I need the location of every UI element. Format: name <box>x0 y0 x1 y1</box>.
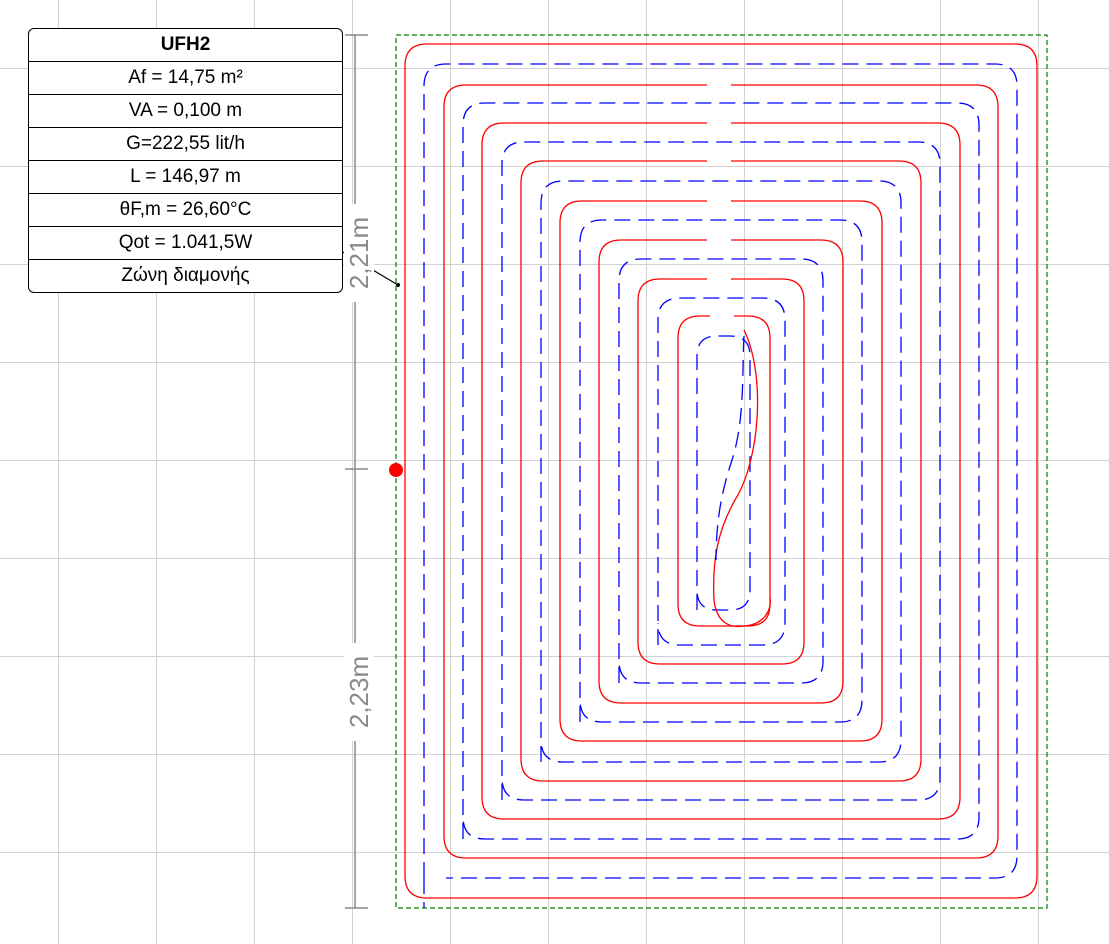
supply-pipe-loop <box>637 278 805 665</box>
return-pipe-loop <box>696 335 751 611</box>
supply-pipe-loop <box>481 122 961 820</box>
dimension-label-upper: 2,21m <box>344 204 374 302</box>
supply-pipe-loop <box>598 239 844 704</box>
circuit-temperature: θF,m = 26,60°C <box>29 194 342 227</box>
circuit-heat-output: Qot = 1.041,5W <box>29 227 342 260</box>
supply-pipe-loop <box>677 315 771 627</box>
circuit-flow: G=222,55 lit/h <box>29 128 342 161</box>
supply-pipe <box>404 43 1038 899</box>
circuit-info-table[interactable]: UFH2 Af = 14,75 m² VA = 0,100 m G=222,55… <box>28 28 343 293</box>
return-pipe-loop <box>657 297 786 646</box>
return-pipe-loop <box>579 219 863 723</box>
zone-boundary <box>395 34 1048 909</box>
circuit-area: Af = 14,75 m² <box>29 62 342 95</box>
circuit-zone: Ζώνη διαμονής <box>121 265 250 286</box>
return-pipe-loop <box>540 180 902 763</box>
supply-pipe-loop <box>404 43 1038 899</box>
circuit-spacing: VA = 0,100 m <box>29 95 342 128</box>
manifold-connection-point[interactable] <box>389 463 403 477</box>
return-pipe-center-curve <box>715 335 745 561</box>
circuit-name: UFH2 <box>29 29 342 62</box>
return-pipe-loop <box>423 63 1018 879</box>
supply-pipe-loop <box>559 200 883 742</box>
circuit-length: L = 146,97 m <box>29 161 342 194</box>
return-pipe-loop <box>501 141 941 801</box>
supply-pipe-loop <box>443 84 999 859</box>
supply-pipe-center-curve <box>713 329 771 628</box>
dimension-line <box>345 34 368 909</box>
dimension-label-lower: 2,23m <box>344 643 374 741</box>
supply-pipe-loop <box>520 160 922 782</box>
